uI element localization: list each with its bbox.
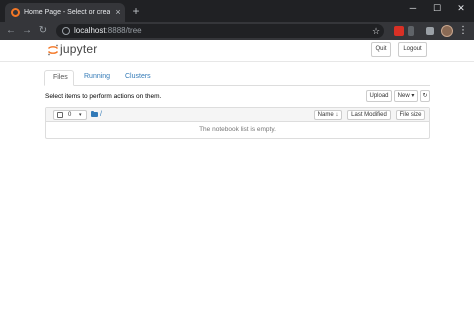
quit-button[interactable]: Quit (371, 42, 391, 57)
browser-tab-strip: Home Page - Select or create a n × + ─ ☐… (0, 0, 474, 22)
minimize-icon[interactable]: ─ (404, 0, 422, 16)
jupyter-page: jupyter Quit Logout Files Running Cluste… (0, 40, 474, 327)
sort-last-modified-button[interactable]: Last Modified (347, 110, 391, 120)
sort-file-size-button[interactable]: File size (396, 110, 425, 120)
new-dropdown-button[interactable]: New ▾ (394, 90, 418, 102)
extension-icon[interactable] (408, 26, 414, 36)
jupyter-logo-icon[interactable] (47, 44, 59, 56)
selection-hint: Select items to perform actions on them. (45, 93, 162, 100)
tab-files[interactable]: Files (44, 70, 74, 86)
notebook-list: 0 ▾ / Name ↓ Last Modified File size The… (45, 107, 430, 139)
select-all-dropdown[interactable]: 0 ▾ (53, 110, 87, 120)
jupyter-logo-text[interactable]: jupyter (60, 42, 97, 56)
more-menu-icon[interactable]: ⋮ (458, 24, 468, 38)
tab-bar: Files Running Clusters (44, 70, 430, 86)
chevron-down-icon[interactable]: ▾ (79, 111, 82, 119)
address-bar[interactable]: localhost:8888/tree ☆ (56, 24, 384, 38)
maximize-icon[interactable]: ☐ (428, 0, 446, 16)
info-icon[interactable] (62, 27, 70, 35)
reload-icon[interactable]: ↻ (36, 24, 50, 38)
browser-tab[interactable]: Home Page - Select or create a n × (5, 3, 125, 22)
logout-button[interactable]: Logout (398, 42, 427, 57)
folder-icon[interactable] (91, 111, 98, 117)
tab-clusters[interactable]: Clusters (117, 70, 159, 86)
url-text[interactable]: localhost:8888/tree (74, 25, 142, 37)
avatar[interactable] (441, 25, 453, 37)
upload-button[interactable]: Upload (366, 90, 392, 102)
back-icon[interactable]: ← (4, 24, 18, 38)
puzzle-icon[interactable] (426, 27, 434, 35)
bookmark-star-icon[interactable]: ☆ (372, 25, 380, 37)
extension-icon[interactable] (394, 26, 404, 36)
jupyter-favicon-icon (11, 8, 20, 17)
empty-list-message: The notebook list is empty. (199, 126, 276, 133)
browser-toolbar: ← → ↻ localhost:8888/tree ☆ ⋮ (0, 22, 474, 40)
tab-title: Home Page - Select or create a n (24, 9, 110, 16)
forward-icon[interactable]: → (20, 24, 34, 38)
header-divider (0, 61, 474, 62)
breadcrumb[interactable]: / (100, 110, 102, 119)
selected-count: 0 (68, 112, 72, 118)
tab-running[interactable]: Running (76, 70, 118, 86)
close-window-icon[interactable]: ✕ (452, 0, 470, 16)
refresh-icon[interactable]: ↻ (420, 90, 430, 102)
new-tab-button[interactable]: + (130, 4, 142, 18)
close-tab-icon[interactable]: × (113, 6, 123, 18)
list-header: 0 ▾ / Name ↓ Last Modified File size (46, 108, 429, 122)
sort-name-button[interactable]: Name ↓ (314, 110, 342, 120)
select-all-checkbox[interactable] (57, 112, 63, 118)
